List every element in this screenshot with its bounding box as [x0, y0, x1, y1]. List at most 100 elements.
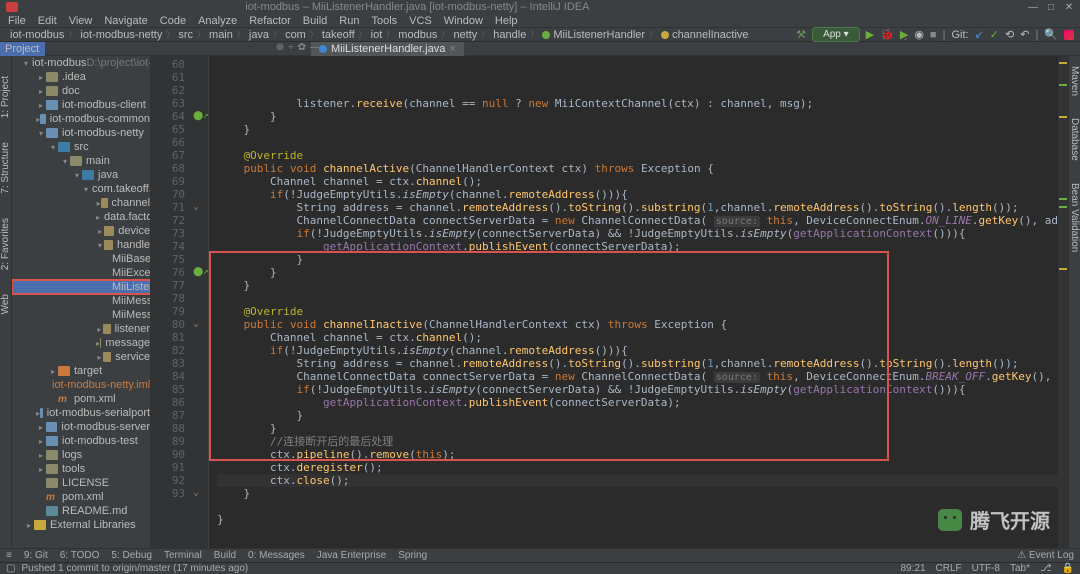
left-tool-1-project[interactable]: 1: Project	[0, 76, 11, 118]
tree-row[interactable]: ▸iot-modbus-client	[12, 98, 150, 112]
left-tool-web[interactable]: Web	[0, 294, 11, 314]
expand-arrow[interactable]: ▸	[36, 451, 46, 460]
expand-arrow[interactable]: ▾	[84, 185, 88, 194]
crumb[interactable]: com	[281, 29, 310, 41]
left-tool-2-favorites[interactable]: 2: Favorites	[0, 218, 11, 270]
code-line[interactable]: ctx.close();	[217, 474, 1058, 487]
expand-arrow[interactable]: ▾	[96, 241, 104, 250]
bottom-tab[interactable]: 5: Debug	[111, 550, 152, 561]
error-stripe[interactable]	[1058, 56, 1068, 548]
menu-analyze[interactable]: Analyze	[198, 15, 237, 27]
code-line[interactable]: }	[217, 513, 1058, 526]
locate-icon[interactable]: ⊕	[276, 42, 284, 53]
code-area[interactable]: listener.receive(channel == null ? new M…	[209, 56, 1058, 548]
code-line[interactable]: public void channelInactive(ChannelHandl…	[217, 318, 1058, 331]
tree-row[interactable]: ▸tools	[12, 462, 150, 476]
expand-arrow[interactable]: ▸	[36, 423, 46, 432]
tree-row[interactable]: ▸data.factory	[12, 210, 150, 224]
bottom-tab[interactable]: Terminal	[164, 550, 202, 561]
menu-vcs[interactable]: VCS	[409, 15, 432, 27]
menu-navigate[interactable]: Navigate	[104, 15, 147, 27]
menu-refactor[interactable]: Refactor	[249, 15, 291, 27]
right-tool-maven[interactable]: Maven	[1069, 66, 1080, 96]
menu-view[interactable]: View	[69, 15, 93, 27]
intellij-icon[interactable]	[1064, 30, 1074, 40]
code-line[interactable]: }	[217, 123, 1058, 136]
crumb[interactable]: netty	[449, 29, 481, 41]
code-line[interactable]: ctx.deregister();	[217, 461, 1058, 474]
expand-arrow[interactable]: ▸	[96, 213, 100, 222]
git-update-icon[interactable]: ↙	[975, 28, 984, 41]
menu-file[interactable]: File	[8, 15, 26, 27]
code-line[interactable]	[217, 500, 1058, 513]
code-line[interactable]: }	[217, 409, 1058, 422]
tree-row[interactable]: ▸device	[12, 224, 150, 238]
code-line[interactable]: getApplicationContext.publishEvent(conne…	[217, 240, 1058, 253]
code-line[interactable]: listener.receive(channel == null ? new M…	[217, 97, 1058, 110]
code-line[interactable]: ChannelConnectData connectServerData = n…	[217, 370, 1058, 383]
code-line[interactable]: if(!JudgeEmptyUtils.isEmpty(connectServe…	[217, 227, 1058, 240]
tree-row[interactable]: ▸logs	[12, 448, 150, 462]
bottom-tab[interactable]: 9: Git	[24, 550, 48, 561]
tree-row[interactable]: ▸listener	[12, 322, 150, 336]
tree-row[interactable]: mpom.xml	[12, 392, 150, 406]
tree-row[interactable]: MiiListenerHandler	[12, 280, 150, 294]
right-tool-bean-validation[interactable]: Bean Validation	[1069, 183, 1080, 252]
tree-row[interactable]: ▸External Libraries	[12, 518, 150, 532]
run-icon[interactable]: ▶	[866, 28, 874, 41]
code-line[interactable]: String address = channel.remoteAddress()…	[217, 201, 1058, 214]
hide-icon[interactable]: —	[310, 42, 320, 53]
crumb[interactable]: java	[245, 29, 273, 41]
crumb[interactable]: modbus	[394, 29, 441, 41]
crumb[interactable]: handle	[489, 29, 530, 41]
profile-icon[interactable]: ◉	[914, 28, 924, 41]
expand-arrow[interactable]: ▸	[48, 367, 58, 376]
code-line[interactable]: if(!JudgeEmptyUtils.isEmpty(channel.remo…	[217, 188, 1058, 201]
code-line[interactable]	[217, 526, 1058, 539]
tree-row[interactable]: ▾handle	[12, 238, 150, 252]
tree-row[interactable]: ▾iot-modbus D:\project\iot-modbus	[12, 56, 150, 70]
git-revert-icon[interactable]: ↶	[1020, 28, 1029, 41]
tool-windows-icon[interactable]: ▢	[6, 563, 15, 574]
expand-arrow[interactable]: ▾	[24, 59, 28, 68]
tree-row[interactable]: MiiMessageDecoder	[12, 294, 150, 308]
bottom-tab[interactable]: 6: TODO	[60, 550, 100, 561]
tree-row[interactable]: ▸channel	[12, 196, 150, 210]
tree-row[interactable]: ▾iot-modbus-netty	[12, 126, 150, 140]
minimize-icon[interactable]: —	[1028, 2, 1038, 12]
tree-row[interactable]: ▸iot-modbus-server	[12, 420, 150, 434]
expand-arrow[interactable]: ▸	[36, 465, 46, 474]
expand-arrow[interactable]: ▾	[48, 143, 58, 152]
crumb[interactable]: takeoff	[318, 29, 359, 41]
stop-icon[interactable]: ■	[930, 29, 937, 41]
crumb[interactable]: main	[205, 29, 237, 41]
tree-row[interactable]: ▸.idea	[12, 70, 150, 84]
hammer-icon[interactable]: ⚒	[796, 28, 806, 41]
bottom-tab[interactable]: Java Enterprise	[317, 550, 386, 561]
bottom-tab[interactable]: Spring	[398, 550, 427, 561]
crumb[interactable]: iot-modbus-netty	[76, 29, 166, 41]
expand-arrow[interactable]: ▸	[96, 325, 103, 334]
run-config-selector[interactable]: App ▾	[812, 27, 860, 42]
left-tool-7-structure[interactable]: 7: Structure	[0, 142, 11, 194]
tree-row[interactable]: ▾java	[12, 168, 150, 182]
close-tab-icon[interactable]: ×	[449, 42, 455, 56]
code-line[interactable]	[217, 292, 1058, 305]
expand-arrow[interactable]: ▸	[36, 73, 46, 82]
code-line[interactable]: Channel channel = ctx.channel();	[217, 331, 1058, 344]
crumb[interactable]: MiiListenerHandler	[538, 29, 649, 41]
tree-row[interactable]: MiiBasedFrameDecoder	[12, 252, 150, 266]
menu-run[interactable]: Run	[339, 15, 359, 27]
bottom-tab[interactable]: Build	[214, 550, 236, 561]
code-line[interactable]: ctx.pipeline().remove(this);	[217, 448, 1058, 461]
git-commit-icon[interactable]: ✓	[990, 28, 999, 41]
tree-row[interactable]: ▸doc	[12, 84, 150, 98]
code-line[interactable]: Channel channel = ctx.channel();	[217, 175, 1058, 188]
code-line[interactable]: }	[217, 487, 1058, 500]
maximize-icon[interactable]: □	[1046, 2, 1056, 12]
expand-arrow[interactable]: ▸	[36, 101, 46, 110]
tree-row[interactable]: ▸iot-modbus-common	[12, 112, 150, 126]
code-line[interactable]: if(!JudgeEmptyUtils.isEmpty(channel.remo…	[217, 344, 1058, 357]
right-tool-database[interactable]: Database	[1069, 118, 1080, 161]
code-line[interactable]: if(!JudgeEmptyUtils.isEmpty(connectServe…	[217, 383, 1058, 396]
